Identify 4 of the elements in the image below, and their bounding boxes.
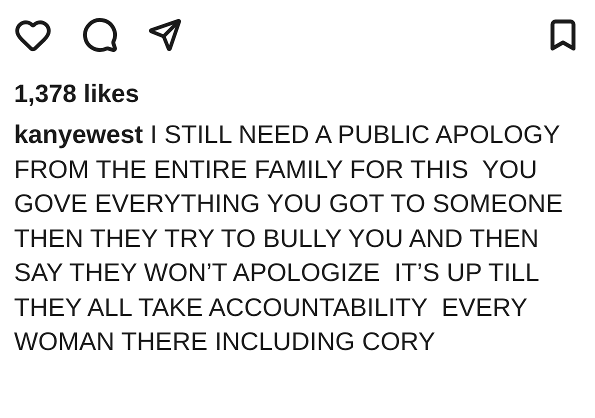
likes-count: 1,378 likes — [14, 79, 140, 110]
send-icon[interactable] — [148, 18, 182, 52]
comment-icon[interactable] — [82, 17, 118, 53]
post-caption: kanyewest I STILL NEED A PUBLIC APOLOGY FROM THE ENTIRE FAMILY FOR THIS YOU GOVE EVERYTHING YOU GOT TO SOMEONE THEN THEY TRY TO BULLY YOU AND THEN SAY THEY WON’T APOLOGIZE IT’S UP TILL THEY ALL TAKE ACCOUNTABILITY EVERY WOMAN THERE INCLUDING CORY — [14, 120, 564, 358]
